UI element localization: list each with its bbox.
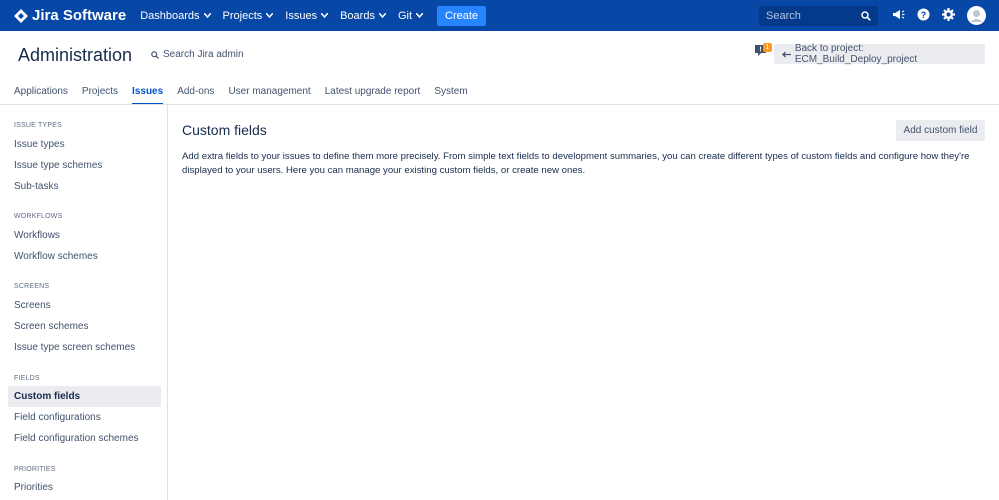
notification-badge: 1 [763,43,772,52]
arrow-left-icon [782,51,791,57]
logo-text: Jira Software [32,7,127,24]
svg-text:!: ! [759,47,761,54]
nav-boards[interactable]: Boards [340,10,386,22]
chevron-down-icon [203,13,211,18]
sidebar-heading-fields: FIELDS [14,375,40,382]
tab-issues[interactable]: Issues [132,86,164,105]
section-description: Add extra fields to your issues to defin… [182,151,970,176]
nav-projects[interactable]: Projects [223,10,274,22]
back-to-project-button[interactable]: Back to project: ECM_Build_Deploy_projec… [774,43,985,65]
tab-latest-upgrade-report[interactable]: Latest upgrade report [325,86,421,105]
sidebar-item-priorities[interactable]: Priorities [8,477,161,498]
gear-icon[interactable] [942,8,955,21]
nav-git[interactable]: Git [397,9,424,22]
top-navigation-bar: Jira Software Dashboards Projects Issues… [0,0,999,31]
jira-logo[interactable]: Jira Software [14,7,126,24]
sidebar-heading-workflows: WORKFLOWS [14,213,63,220]
search-icon [151,50,159,59]
sidebar-item-workflows[interactable]: Workflows [8,225,161,246]
tab-user-management[interactable]: User management [228,86,310,105]
chevron-down-icon [321,13,329,18]
nav-projects-label: Projects [222,9,263,22]
nav-issues-label: Issues [285,9,318,22]
search-icon [861,11,871,21]
sidebar-heading-screens: SCREENS [14,283,50,290]
sidebar-item-issue-type-schemes[interactable]: Issue type schemes [8,155,161,176]
nav-git-label: Git [397,9,413,22]
nav-issues[interactable]: Issues [285,9,329,22]
page-title: Administration [18,45,133,65]
admin-search-label: Search Jira admin [163,49,244,60]
create-button[interactable]: Create [437,5,487,26]
chevron-down-icon [416,13,424,18]
search-placeholder: Search [766,10,801,22]
back-to-project-label: Back to project: ECM_Build_Deploy_projec… [794,43,918,65]
svg-text:?: ? [921,10,927,20]
sidebar-item-field-configuration-schemes[interactable]: Field configuration schemes [8,428,161,449]
nav-boards-label: Boards [340,9,375,22]
search-input[interactable]: Search [759,6,878,26]
chevron-down-icon [378,13,386,18]
admin-sidebar: ISSUE TYPES Issue types Issue type schem… [0,105,168,500]
megaphone-icon[interactable] [892,8,905,21]
chevron-down-icon [266,13,274,18]
sidebar-item-workflow-schemes[interactable]: Workflow schemes [8,246,161,267]
sidebar-item-issue-types[interactable]: Issue types [8,134,161,155]
tab-projects[interactable]: Projects [82,86,118,105]
admin-tabs: Applications Projects Issues Add-ons Use… [14,86,482,105]
sidebar-item-custom-fields[interactable]: Custom fields [8,386,161,407]
nav-dashboards[interactable]: Dashboards [140,9,211,22]
tab-system[interactable]: System [434,86,467,105]
help-icon[interactable]: ? [917,8,930,21]
sidebar-item-screens[interactable]: Screens [8,295,161,316]
sidebar-item-sub-tasks[interactable]: Sub-tasks [8,176,161,197]
jira-diamond-icon [14,8,28,23]
sidebar-heading-priorities: PRIORITIES [14,466,56,473]
nav-dashboards-label: Dashboards [140,9,200,22]
avatar-icon[interactable] [967,6,986,25]
sidebar-item-issue-type-screen-schemes[interactable]: Issue type screen schemes [8,337,161,358]
add-custom-field-button[interactable]: Add custom field [896,120,985,141]
tab-applications[interactable]: Applications [14,86,68,105]
sidebar-item-field-configurations[interactable]: Field configurations [8,407,161,428]
section-title: Custom fields [182,122,267,138]
search-jira-admin[interactable]: Search Jira admin [151,49,244,60]
sidebar-heading-issue-types: ISSUE TYPES [14,122,62,129]
tab-add-ons[interactable]: Add-ons [177,86,214,105]
sidebar-item-screen-schemes[interactable]: Screen schemes [8,316,161,337]
